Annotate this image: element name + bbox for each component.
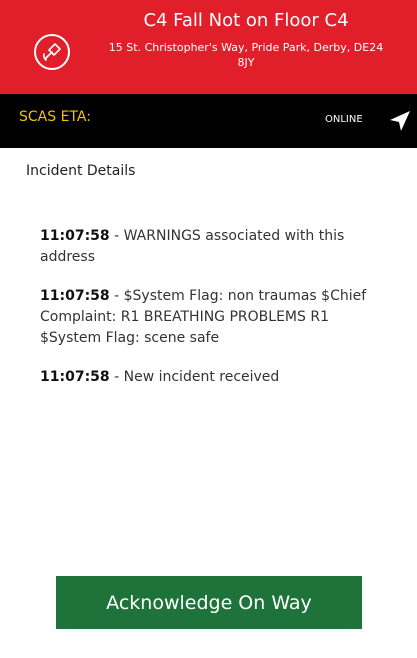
connection-status: ONLINE [325,114,363,125]
alert-hand-icon [34,34,70,70]
incident-address: 15 St. Christopher's Way, Pride Park, De… [108,41,384,69]
eta-label: SCAS ETA: [19,109,91,125]
log-entry-separator: - [109,228,124,244]
log-entry: 11:07:58 - WARNINGS associated with this… [40,226,380,268]
log-entry-time: 11:07:58 [40,369,110,385]
log-entry-time: 11:07:58 [40,228,110,244]
navigation-arrow-icon[interactable] [388,109,412,133]
incident-title: C4 Fall Not on Floor C4 [143,10,349,31]
acknowledge-on-way-button[interactable]: Acknowledge On Way [56,576,362,629]
incident-log: 11:07:58 - WARNINGS associated with this… [40,226,380,406]
incident-details-title: Incident Details [26,163,136,179]
log-entry-separator: - [109,288,124,304]
incident-header: C4 Fall Not on Floor C4 15 St. Christoph… [0,0,417,94]
incident-screen: C4 Fall Not on Floor C4 15 St. Christoph… [0,0,417,658]
log-entry: 11:07:58 - New incident received [40,367,380,388]
eta-bar: SCAS ETA: ONLINE [0,94,417,148]
log-entry-separator: - [109,369,124,385]
log-entry-time: 11:07:58 [40,288,110,304]
log-entry: 11:07:58 - $System Flag: non traumas $Ch… [40,286,380,349]
log-entry-text: New incident received [123,369,280,385]
